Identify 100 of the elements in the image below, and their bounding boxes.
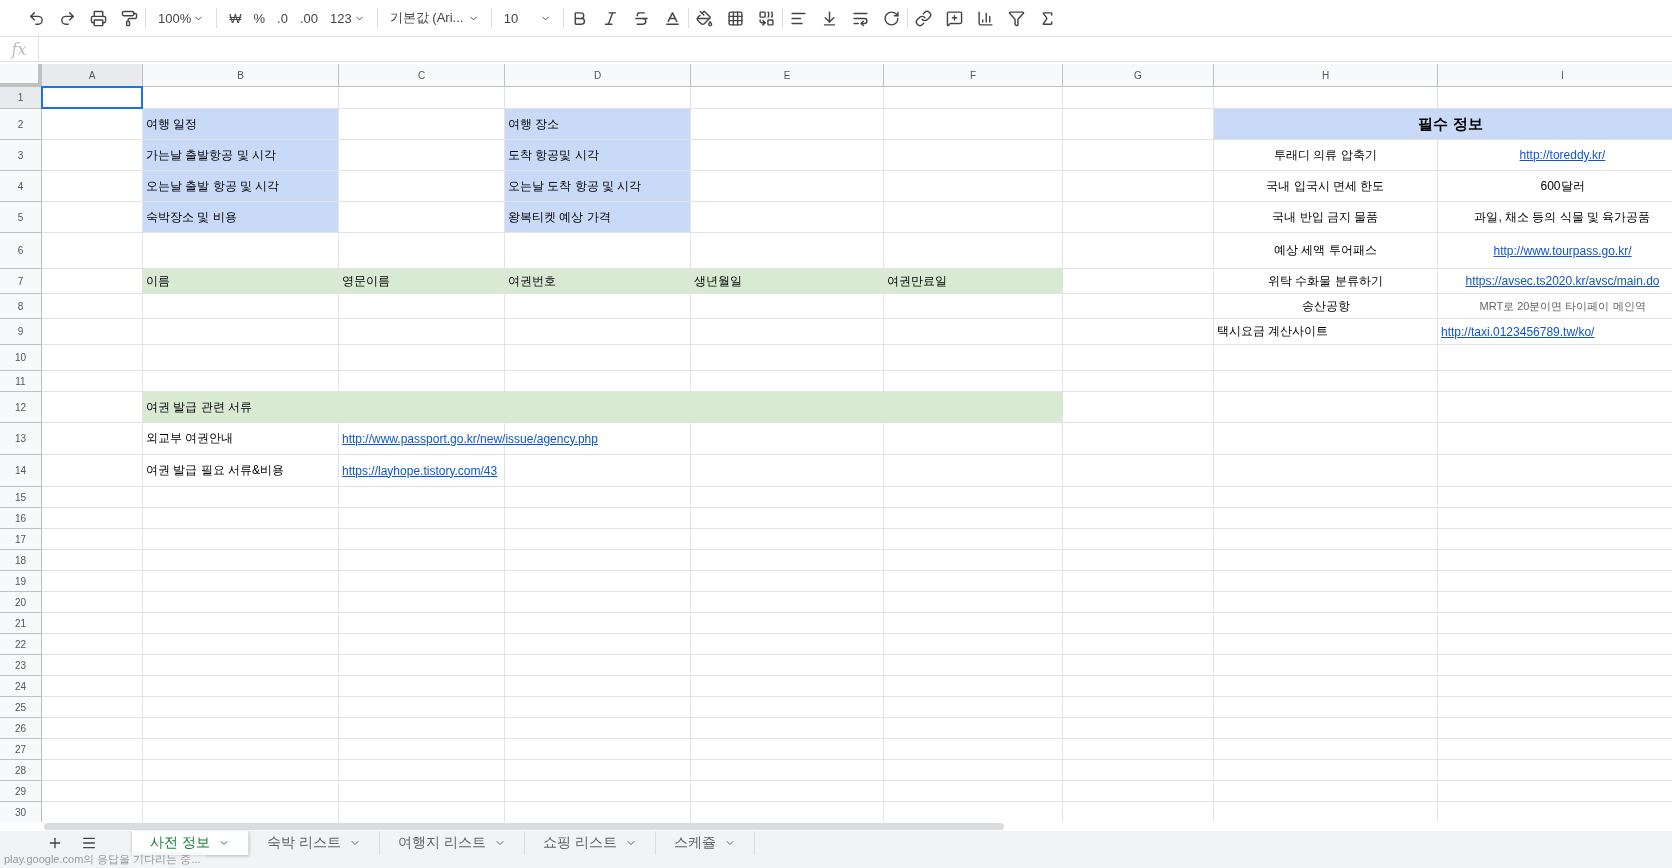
row-number[interactable]: 12 — [0, 392, 42, 423]
cell-text: 생년월일 — [693, 272, 743, 290]
menu-icon[interactable] — [81, 835, 97, 851]
cell-text: 국내 입국시 면세 한도 — [1265, 177, 1386, 195]
cell-text: 숙박장소 및 비용 — [145, 208, 238, 226]
row-number[interactable]: 25 — [0, 697, 42, 718]
column-header[interactable]: I — [1438, 64, 1672, 87]
cell-text: MRT로 20분이면 타이페이 메인역 — [1478, 298, 1647, 314]
text-color-icon[interactable] — [663, 9, 681, 27]
number-format-dropdown[interactable]: 123 — [325, 5, 370, 31]
row-number[interactable]: 1 — [0, 87, 42, 109]
column-header[interactable]: G — [1063, 64, 1214, 87]
cell-text: 투래디 의류 압축기 — [1273, 146, 1378, 164]
scrollbar-thumb[interactable] — [44, 823, 1004, 830]
cell-text: 가는날 출발항공 및 시각 — [145, 146, 277, 164]
link[interactable]: http://taxi.0123456789.tw/ko/ — [1438, 324, 1598, 339]
cell-text: 예상 세액 투어패스 — [1273, 242, 1378, 259]
paint-format-icon[interactable] — [121, 9, 138, 27]
cell-text: 오는날 도착 항공 및 시각 — [507, 177, 643, 195]
link-icon[interactable] — [914, 9, 932, 27]
column-header[interactable]: E — [691, 64, 884, 87]
rotate-icon[interactable] — [882, 9, 900, 27]
currency-button[interactable]: ₩ — [224, 5, 247, 31]
link[interactable]: http://toreddy.kr/ — [1516, 148, 1609, 162]
row-number[interactable]: 22 — [0, 634, 42, 655]
row-number[interactable]: 26 — [0, 718, 42, 739]
column-header[interactable]: H — [1214, 64, 1438, 87]
cell-text: 여권만료일 — [886, 272, 948, 290]
row-number[interactable]: 24 — [0, 676, 42, 697]
row-number[interactable]: 17 — [0, 529, 42, 550]
font-size-dropdown[interactable]: 10 — [498, 5, 556, 31]
row-number[interactable]: 23 — [0, 655, 42, 676]
column-header[interactable]: C — [339, 64, 505, 87]
row-number[interactable]: 21 — [0, 613, 42, 634]
row-number[interactable]: 9 — [0, 319, 42, 345]
cell-text: 과일, 채소 등의 식물 및 육가공품 — [1473, 208, 1652, 226]
undo-icon[interactable] — [28, 9, 45, 27]
strikethrough-icon[interactable] — [632, 9, 650, 27]
font-dropdown[interactable]: 기본값 (Ari... — [384, 5, 484, 31]
sheet-tab[interactable]: 여행지 리스트 — [379, 831, 525, 855]
sheet-tab[interactable]: 숙박 리스트 — [248, 831, 380, 855]
row-number[interactable]: 8 — [0, 294, 42, 319]
row-number[interactable]: 14 — [0, 455, 42, 487]
chart-icon[interactable] — [976, 9, 994, 27]
link[interactable]: http://www.tourpass.go.kr/ — [1490, 243, 1635, 258]
sheet-tab[interactable]: 스케쥴 — [655, 831, 755, 855]
fill-color-icon[interactable] — [695, 9, 713, 27]
merge-icon[interactable] — [757, 9, 775, 27]
link[interactable]: https://avsec.ts2020.kr/avsc/main.do — [1462, 274, 1663, 288]
cell-text: 여권 발급 필요 서류&비용 — [145, 462, 285, 479]
column-header[interactable]: B — [143, 64, 339, 87]
cell-text: 여행 장소 — [507, 115, 561, 133]
row-number[interactable]: 2 — [0, 109, 42, 140]
row-number[interactable]: 15 — [0, 487, 42, 508]
filter-icon[interactable] — [1007, 9, 1025, 27]
comment-icon[interactable] — [945, 9, 963, 27]
row-number[interactable]: 19 — [0, 571, 42, 592]
sheet-tab[interactable]: 쇼핑 리스트 — [524, 831, 656, 855]
cell-text: 위탁 수화물 분류하기 — [1267, 272, 1384, 290]
redo-icon[interactable] — [59, 9, 76, 27]
link[interactable]: http://www.passport.go.kr/new/issue/agency.php — [339, 431, 601, 446]
sheet-tab[interactable]: 사전 정보 — [132, 831, 249, 855]
cell-text: 오는날 출발 항공 및 시각 — [145, 177, 281, 195]
section-title: 필수 정보 — [1417, 114, 1484, 134]
row-number[interactable]: 10 — [0, 345, 42, 371]
cell-cursor[interactable] — [41, 86, 143, 109]
link[interactable]: https://layhope.tistory.com/43 — [339, 463, 501, 478]
decrease-decimal-button[interactable]: .0 — [272, 5, 293, 31]
increase-decimal-button[interactable]: .00 — [294, 5, 323, 31]
row-number[interactable]: 4 — [0, 171, 42, 202]
cell-text: 송산공항 — [1300, 297, 1351, 315]
zoom-dropdown[interactable]: 100% — [153, 5, 210, 31]
print-icon[interactable] — [90, 9, 107, 27]
row-number[interactable]: 5 — [0, 202, 42, 233]
row-number[interactable]: 11 — [0, 371, 42, 392]
column-header[interactable]: D — [505, 64, 691, 87]
row-number[interactable]: 27 — [0, 739, 42, 760]
row-number[interactable]: 29 — [0, 781, 42, 802]
row-number[interactable]: 30 — [0, 802, 42, 822]
cell-text: 600달러 — [1539, 177, 1586, 195]
row-number[interactable]: 16 — [0, 508, 42, 529]
row-number[interactable]: 13 — [0, 423, 42, 455]
cell-text: 여권번호 — [507, 272, 557, 290]
row-number[interactable]: 6 — [0, 233, 42, 269]
add-sheet-icon[interactable] — [47, 835, 63, 851]
column-header[interactable]: F — [884, 64, 1063, 87]
column-header[interactable]: A — [42, 64, 143, 87]
row-number[interactable]: 3 — [0, 140, 42, 171]
borders-icon[interactable] — [726, 9, 744, 27]
percent-button[interactable]: % — [248, 5, 271, 31]
row-number[interactable]: 7 — [0, 269, 42, 294]
cell-text: 도착 항공및 시각 — [507, 146, 600, 164]
formula-label: fx — [9, 39, 28, 59]
cell-text: 왕복티켓 예상 가격 — [507, 208, 612, 226]
row-number[interactable]: 28 — [0, 760, 42, 781]
row-number[interactable]: 20 — [0, 592, 42, 613]
cell-text: 여권 발급 관련 서류 — [145, 398, 253, 416]
row-number[interactable]: 18 — [0, 550, 42, 571]
cell-text: 여행 일정 — [145, 115, 199, 133]
cell-text: 국내 반입 금지 물품 — [1271, 208, 1380, 226]
